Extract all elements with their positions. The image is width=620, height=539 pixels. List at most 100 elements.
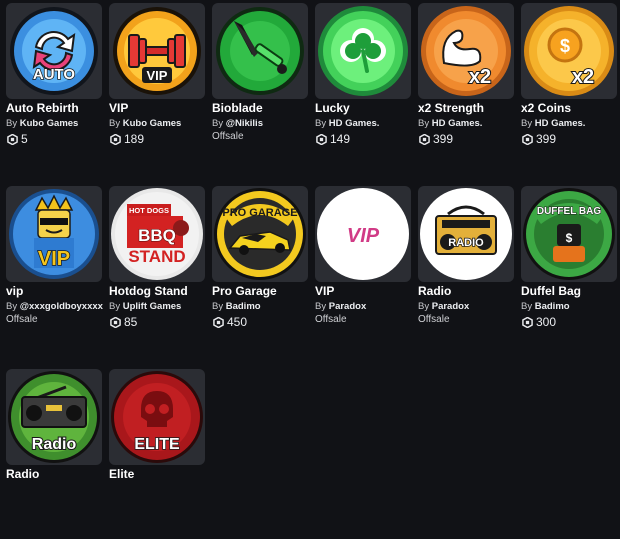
item-creator: By Paradox — [418, 301, 470, 312]
item-thumbnail[interactable]: DUFFEL BAG $ — [521, 186, 617, 282]
item-card-lucky[interactable]: Lucky By HD Games. 149 — [315, 3, 411, 173]
bbq-text: BBQ — [138, 226, 176, 245]
duffel-bag-icon: DUFFEL BAG $ — [523, 188, 615, 280]
creator-link[interactable]: @xxxgoldboyxxxx — [20, 301, 103, 312]
item-creator: By Kubo Games — [6, 118, 79, 129]
item-card-x2-strength[interactable]: x2 x2 Strength By HD Games. 399 — [418, 3, 514, 173]
item-name[interactable]: Lucky — [315, 101, 411, 116]
item-name[interactable]: Auto Rebirth — [6, 101, 102, 116]
offsale-label: Offsale — [418, 314, 450, 325]
creator-link[interactable]: HD Games. — [535, 118, 586, 129]
item-price: 399 — [521, 132, 617, 146]
item-card-vip-paradox[interactable]: VIP VIP By Paradox Offsale — [315, 186, 411, 356]
robux-icon — [522, 316, 533, 328]
robux-icon — [213, 316, 224, 328]
vip-text-icon: VIP — [317, 188, 409, 280]
item-name[interactable]: vip — [6, 284, 102, 299]
item-creator: By @Nikilis — [212, 118, 263, 129]
radio-text: Radio — [32, 436, 77, 453]
item-card-vip-avatar[interactable]: VIP vip By @xxxgoldboyxxxx Offsale — [6, 186, 103, 356]
item-card-elite[interactable]: ELITE Elite — [109, 369, 205, 539]
item-price: 5 — [6, 132, 102, 146]
vip-avatar-icon: VIP — [9, 189, 99, 279]
item-creator: By Uplift Games — [109, 301, 182, 312]
radio-text: RADIO — [448, 237, 484, 249]
stand-text: STAND — [128, 247, 185, 266]
creator-link[interactable]: Badimo — [226, 301, 261, 312]
item-card-radio[interactable]: Radio Radio — [6, 369, 102, 539]
item-thumbnail[interactable]: AUTO — [6, 3, 102, 99]
item-thumbnail[interactable]: x2 — [418, 3, 514, 99]
item-name[interactable]: Hotdog Stand — [109, 284, 205, 299]
auto-rebirth-icon: AUTO — [10, 7, 98, 95]
pro-garage-icon: PRO GARAGE — [214, 188, 306, 280]
creator-link[interactable]: HD Games. — [329, 118, 380, 129]
item-card-vip[interactable]: VIP VIP By Kubo Games 189 — [109, 3, 205, 173]
item-price: 300 — [521, 315, 617, 329]
coin-icon: $ x2 — [524, 6, 614, 96]
vip-text: VIP — [347, 225, 380, 247]
item-thumbnail[interactable] — [212, 3, 308, 99]
item-thumbnail[interactable]: PRO GARAGE — [212, 186, 308, 282]
creator-link[interactable]: Badimo — [535, 301, 570, 312]
robux-icon — [110, 316, 121, 328]
creator-link[interactable]: Kubo Games — [20, 118, 79, 129]
item-name[interactable]: Duffel Bag — [521, 284, 617, 299]
item-card-hotdog-stand[interactable]: HOT DOGS BBQ STAND Hotdog Stand By Uplif… — [109, 186, 205, 356]
clover-icon — [318, 6, 408, 96]
creator-link[interactable]: Uplift Games — [123, 301, 182, 312]
robux-icon — [316, 133, 327, 145]
item-thumbnail[interactable] — [315, 3, 411, 99]
item-card-auto-rebirth[interactable]: AUTO Auto Rebirth By Kubo Games 5 — [6, 3, 102, 173]
offsale-label: Offsale — [212, 131, 244, 142]
hotdog-stand-icon: HOT DOGS BBQ STAND — [111, 188, 203, 280]
boombox-icon: RADIO — [420, 188, 512, 280]
item-thumbnail[interactable]: VIP — [109, 3, 205, 99]
item-name[interactable]: x2 Strength — [418, 101, 514, 116]
item-name[interactable]: x2 Coins — [521, 101, 617, 116]
item-card-x2-coins[interactable]: $ x2 x2 Coins By HD Games. 399 — [521, 3, 617, 173]
item-name[interactable]: VIP — [109, 101, 205, 116]
robux-icon — [419, 133, 430, 145]
creator-link[interactable]: @Nikilis — [226, 118, 263, 129]
robux-icon — [110, 133, 121, 145]
item-name[interactable]: Bioblade — [212, 101, 308, 116]
auto-text: AUTO — [33, 66, 76, 83]
item-creator: By HD Games. — [315, 118, 380, 129]
item-creator: By Badimo — [521, 301, 570, 312]
item-name[interactable]: Pro Garage — [212, 284, 308, 299]
item-name[interactable]: Radio — [418, 284, 514, 299]
x2-text: x2 — [572, 66, 594, 88]
skull-icon: ELITE — [111, 371, 203, 463]
item-thumbnail[interactable]: Radio — [6, 369, 102, 465]
item-thumbnail[interactable]: RADIO — [418, 186, 514, 282]
duffel-text: DUFFEL BAG — [537, 206, 601, 217]
vip-text: VIP — [147, 68, 168, 83]
bioblade-icon — [216, 7, 304, 95]
item-card-bioblade[interactable]: Bioblade By @Nikilis Offsale — [212, 3, 308, 173]
creator-link[interactable]: Paradox — [329, 301, 367, 312]
item-creator: By @xxxgoldboyxxxx — [6, 301, 103, 312]
flexed-arm-icon: x2 — [421, 6, 511, 96]
item-card-pro-garage[interactable]: PRO GARAGE Pro Garage By Badimo 450 — [212, 186, 308, 356]
item-price: 450 — [212, 315, 308, 329]
creator-link[interactable]: HD Games. — [432, 118, 483, 129]
radio-icon: Radio — [8, 371, 100, 463]
item-card-radio-paradox[interactable]: RADIO Radio By Paradox Offsale — [418, 186, 514, 356]
vip-dumbbell-icon: VIP — [113, 7, 201, 95]
item-thumbnail[interactable]: ELITE — [109, 369, 205, 465]
item-thumbnail[interactable]: VIP — [315, 186, 411, 282]
item-name[interactable]: VIP — [315, 284, 411, 299]
robux-icon — [522, 133, 533, 145]
item-price: 85 — [109, 315, 205, 329]
creator-link[interactable]: Kubo Games — [123, 118, 182, 129]
dollar-sign-icon: $ — [566, 231, 573, 245]
creator-link[interactable]: Paradox — [432, 301, 470, 312]
item-thumbnail[interactable]: VIP — [6, 186, 102, 282]
gamepass-grid: AUTO Auto Rebirth By Kubo Games 5 VIP VI… — [6, 3, 620, 481]
item-thumbnail[interactable]: HOT DOGS BBQ STAND — [109, 186, 205, 282]
offsale-label: Offsale — [315, 314, 347, 325]
item-price: 149 — [315, 132, 411, 146]
item-thumbnail[interactable]: $ x2 — [521, 3, 617, 99]
item-card-duffel-bag[interactable]: DUFFEL BAG $ Duffel Bag By Badimo 300 — [521, 186, 617, 356]
